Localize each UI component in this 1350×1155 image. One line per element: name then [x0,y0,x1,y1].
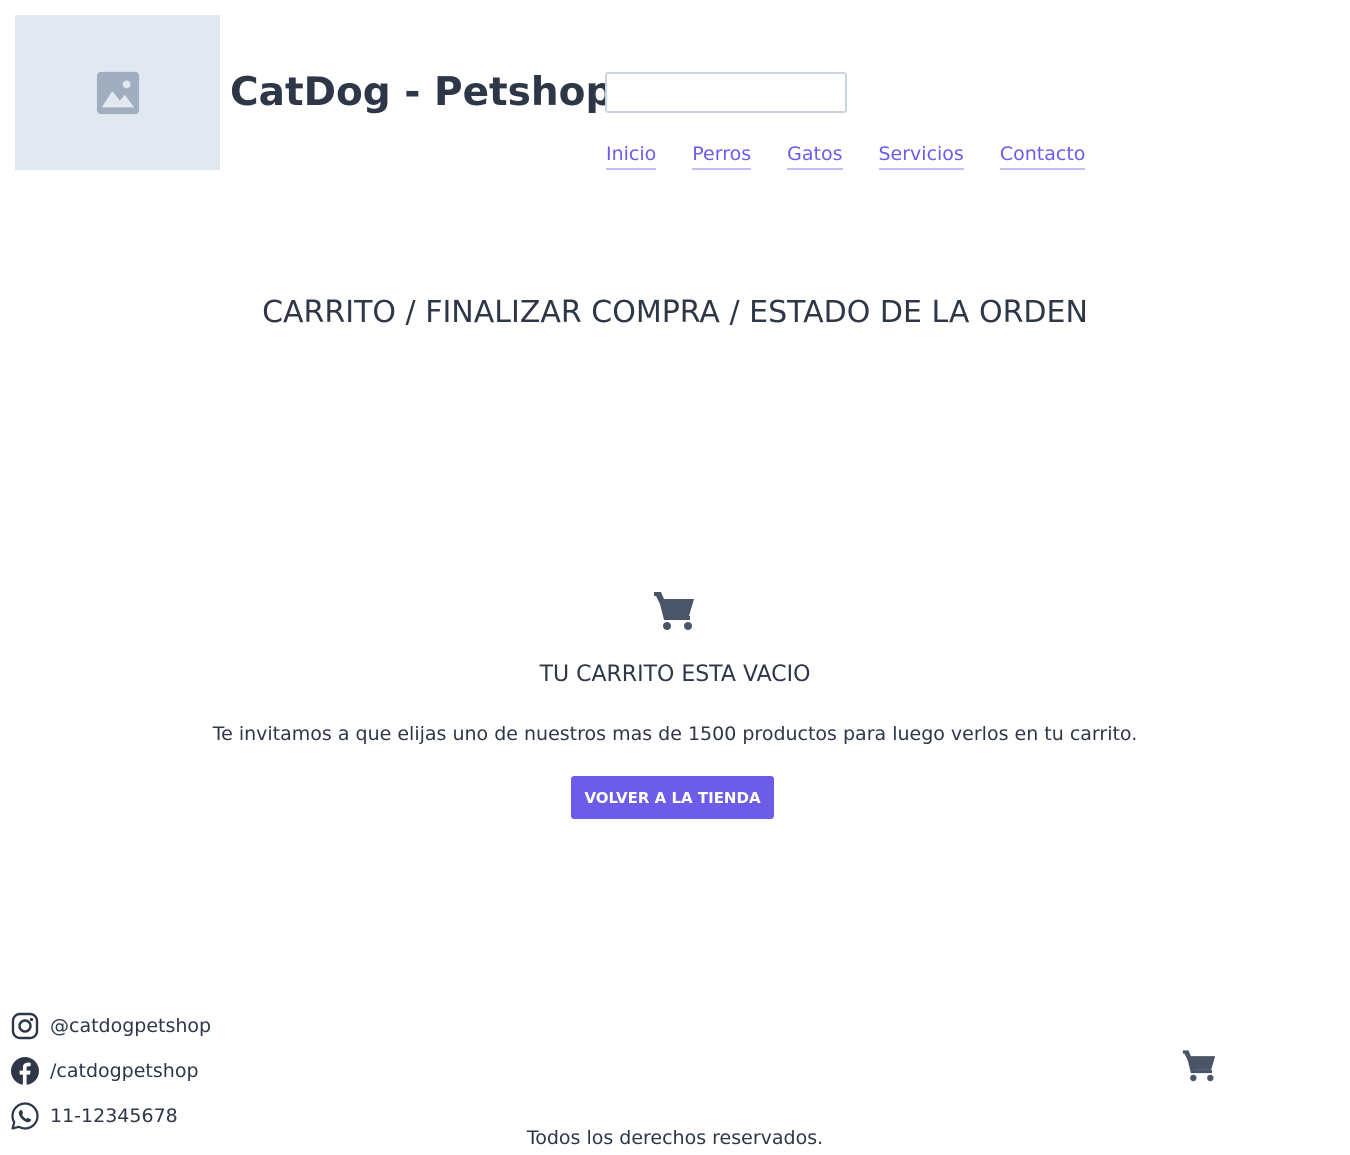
nav-link-gatos[interactable]: Gatos [787,140,843,170]
shopping-cart-icon[interactable] [1181,1048,1217,1082]
contact-list: @catdogpetshop /catdogpetshop 11-1234567… [10,1003,211,1138]
instagram-handle: @catdogpetshop [50,1014,212,1037]
nav-link-inicio[interactable]: Inicio [606,140,657,170]
logo-image-placeholder [15,15,220,170]
copyright-text: Todos los derechos reservados. [526,1127,824,1149]
page-heading: CARRITO / FINALIZAR COMPRA / ESTADO DE L… [262,295,1088,330]
facebook-icon [11,1056,39,1085]
contact-item-instagram[interactable]: @catdogpetshop [10,1003,211,1048]
instagram-icon [11,1012,39,1039]
nav-link-perros[interactable]: Perros [692,140,752,170]
image-placeholder-icon [96,71,139,114]
contact-item-facebook[interactable]: /catdogpetshop [10,1048,211,1093]
nav-link-contacto[interactable]: Contacto [999,140,1086,170]
search-input[interactable] [605,72,847,113]
nav-link-servicios[interactable]: Servicios [878,140,964,170]
site-title: CatDog - Petshop [230,70,614,115]
back-to-store-button[interactable]: VOLVER A LA TIENDA [571,776,774,819]
main-nav: Inicio Perros Gatos Servicios Contacto [606,140,1086,170]
empty-cart-title: TU CARRITO ESTA VACIO [539,662,811,687]
facebook-handle: /catdogpetshop [50,1059,199,1082]
empty-cart-message: Te invitamos a que elijas uno de nuestro… [212,723,1138,745]
shopping-cart-icon [654,592,694,630]
